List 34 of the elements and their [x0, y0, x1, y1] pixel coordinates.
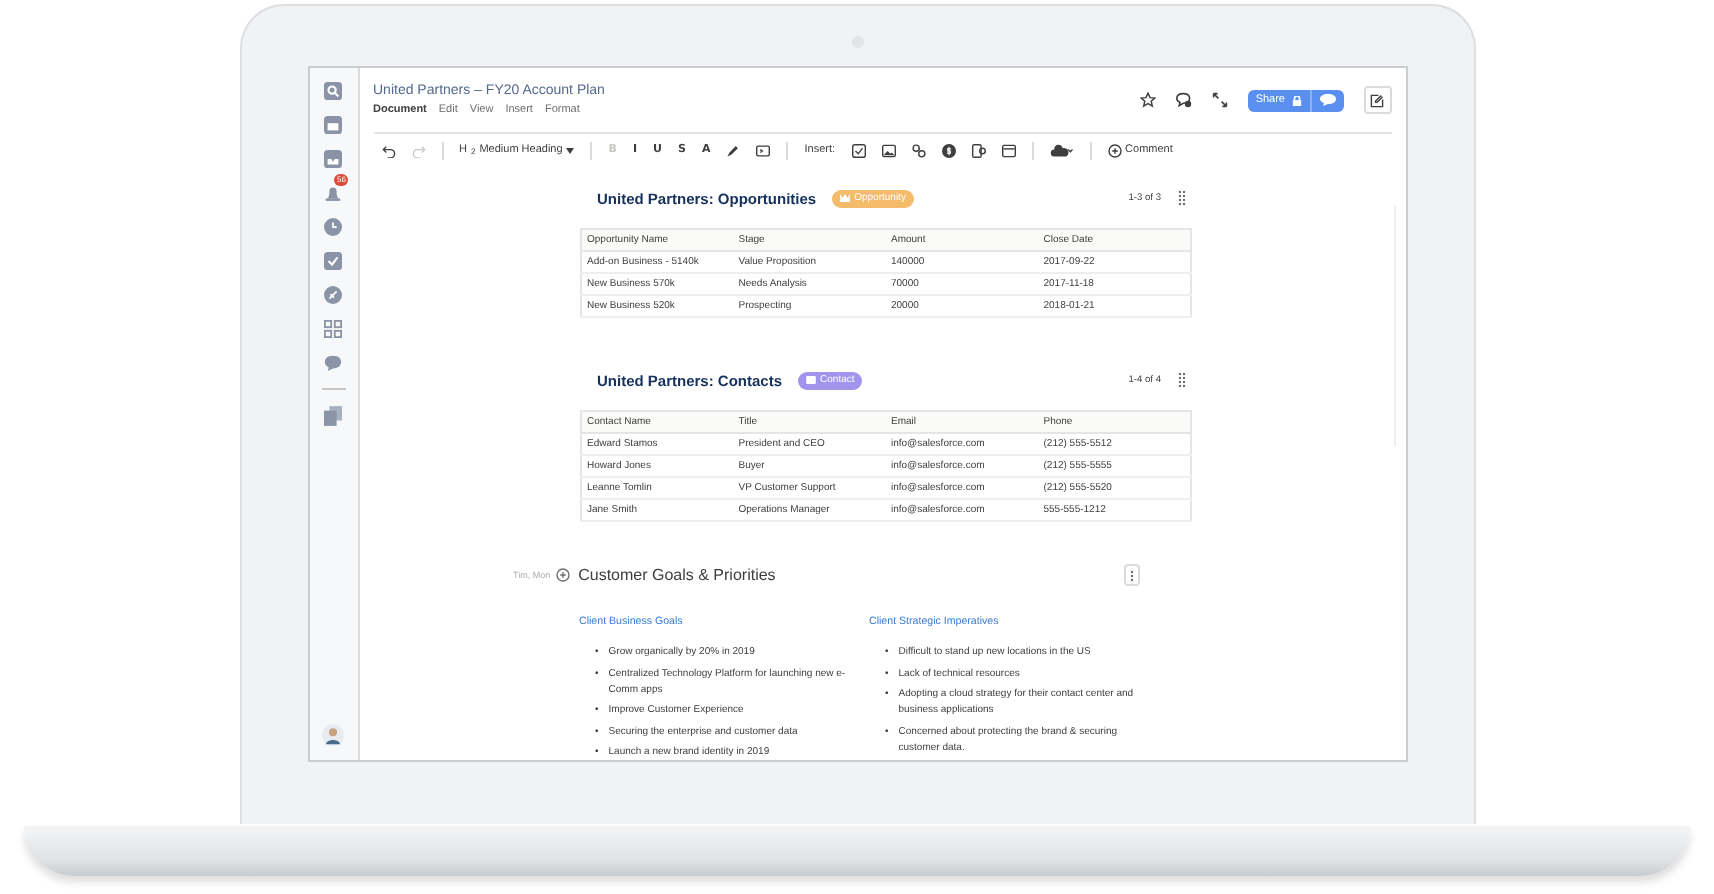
- chat-icon: [1319, 94, 1335, 106]
- checkbox-icon[interactable]: [851, 143, 866, 157]
- bell-icon[interactable]: [324, 184, 342, 202]
- pen-icon[interactable]: [726, 143, 741, 157]
- lock-icon: [1291, 95, 1301, 105]
- chat-icon[interactable]: [1175, 92, 1192, 108]
- edit-icon: [1370, 93, 1384, 107]
- documents-icon[interactable]: [324, 406, 342, 426]
- clock-icon[interactable]: [324, 218, 342, 236]
- more-button[interactable]: [1123, 564, 1139, 586]
- code-icon[interactable]: [756, 143, 771, 157]
- chat-button[interactable]: [1309, 89, 1343, 111]
- coin-icon[interactable]: [941, 143, 956, 157]
- drag-handle-icon[interactable]: [1177, 371, 1185, 389]
- embed-icon[interactable]: [971, 143, 986, 157]
- grid-icon[interactable]: [324, 320, 342, 338]
- undo-icon[interactable]: [381, 143, 395, 157]
- section-heading: Customer Goals & Priorities: [578, 566, 776, 584]
- expand-icon[interactable]: [1211, 92, 1228, 108]
- cloud-icon[interactable]: [1049, 143, 1074, 157]
- caret-icon: [566, 147, 575, 153]
- edit-button[interactable]: [1363, 86, 1391, 114]
- checkbox-icon[interactable]: [324, 252, 342, 270]
- add-comment-icon[interactable]: [556, 568, 571, 582]
- star-icon[interactable]: [1139, 92, 1156, 108]
- search-icon[interactable]: [324, 82, 342, 100]
- drag-handle-icon[interactable]: [1177, 189, 1185, 207]
- calendar-icon[interactable]: [324, 116, 342, 134]
- add-comment-icon: [1107, 143, 1122, 157]
- link-icon[interactable]: [911, 143, 926, 157]
- image-icon[interactable]: [881, 143, 896, 157]
- avatar-silhouette[interactable]: [322, 724, 344, 746]
- window-icon[interactable]: [1001, 143, 1016, 157]
- inbox-icon[interactable]: [324, 150, 342, 168]
